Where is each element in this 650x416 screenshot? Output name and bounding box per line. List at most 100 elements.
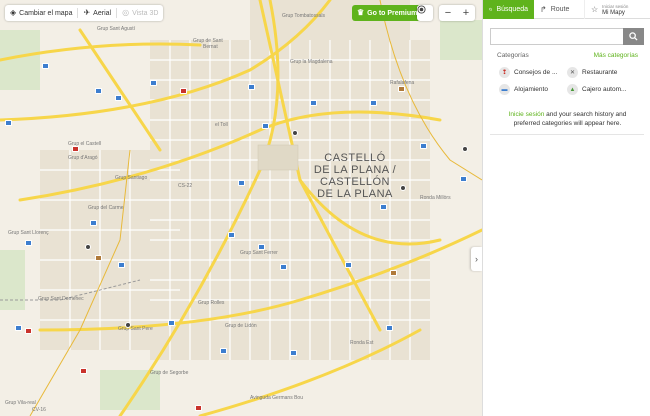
map-label: Grup Vila-real bbox=[5, 400, 36, 406]
poi-marker[interactable] bbox=[25, 328, 32, 334]
poi-marker[interactable] bbox=[80, 368, 87, 374]
map-label: Grup Santiago bbox=[115, 175, 148, 181]
category-label: Alojamiento bbox=[514, 86, 548, 93]
poi-marker[interactable] bbox=[262, 123, 269, 129]
change-map-label: Cambiar el mapa bbox=[19, 9, 73, 17]
category-restaurant[interactable]: ✕ Restaurante bbox=[567, 67, 617, 78]
chevron-right-icon: › bbox=[475, 254, 478, 264]
map-label: Grup de Segorbe bbox=[150, 370, 189, 376]
poi-marker[interactable] bbox=[380, 204, 387, 210]
zoom-out-button[interactable]: − bbox=[439, 5, 457, 21]
bed-icon: ▬ bbox=[499, 84, 510, 95]
more-categories-link[interactable]: Más categorías bbox=[594, 52, 638, 59]
poi-marker[interactable] bbox=[390, 270, 397, 276]
poi-marker[interactable] bbox=[90, 220, 97, 226]
category-lodging[interactable]: ▬ Alojamiento bbox=[499, 84, 548, 95]
poi-marker[interactable] bbox=[400, 185, 406, 191]
globe-icon: ◎ bbox=[122, 8, 130, 17]
sidebar: Búsqueda ↱ Route ☆ Iniciar sesión Mi Map… bbox=[482, 0, 650, 416]
poi-marker[interactable] bbox=[280, 264, 287, 270]
poi-marker[interactable] bbox=[15, 325, 22, 331]
map-type-controls: ◈ Cambiar el mapa ✈ Aerial ◎ Vista 3D bbox=[5, 5, 164, 21]
poi-marker[interactable] bbox=[228, 232, 235, 238]
search-button[interactable] bbox=[623, 28, 644, 45]
poi-marker[interactable] bbox=[460, 176, 467, 182]
collapse-sidebar-button[interactable]: › bbox=[471, 247, 482, 271]
poi-marker[interactable] bbox=[462, 146, 468, 152]
zoom-in-button[interactable]: + bbox=[457, 5, 475, 21]
login-message: Inicie sesión and your search history an… bbox=[497, 110, 638, 128]
poi-marker[interactable] bbox=[220, 348, 227, 354]
map-label: Grup Sant Pere bbox=[118, 326, 153, 332]
map-label: Grup Rolles bbox=[198, 300, 225, 306]
poi-marker[interactable] bbox=[292, 130, 298, 136]
category-atm[interactable]: ▲ Cajero autom... bbox=[567, 84, 626, 95]
poi-marker[interactable] bbox=[180, 88, 187, 94]
third-map-button[interactable]: ◎ Vista 3D bbox=[117, 5, 163, 21]
login-link[interactable]: Inicie sesión bbox=[509, 111, 545, 118]
premium-label: Go to Premium bbox=[367, 9, 418, 17]
poi-marker[interactable] bbox=[168, 320, 175, 326]
poi-marker[interactable] bbox=[42, 63, 49, 69]
map-label: Grup Sant Ferrer bbox=[240, 250, 278, 256]
tab-search-label: Búsqueda bbox=[496, 6, 528, 13]
poi-marker[interactable] bbox=[25, 240, 32, 246]
category-tips[interactable]: ❢ Consejos de ... bbox=[499, 67, 557, 78]
map-label: CV-16 bbox=[32, 407, 46, 413]
map-view[interactable]: Grup Tombatossals Grup de Sant Bernat Gr… bbox=[0, 0, 482, 416]
poi-marker[interactable] bbox=[370, 100, 377, 106]
poi-marker[interactable] bbox=[398, 86, 405, 92]
map-label: Grup del Carme bbox=[88, 205, 124, 211]
tab-route[interactable]: ↱ Route bbox=[534, 0, 584, 19]
map-label: Grup de Lidón bbox=[225, 323, 257, 329]
category-label: Restaurante bbox=[582, 69, 618, 76]
search-input[interactable] bbox=[490, 28, 623, 45]
change-map-button[interactable]: ◈ Cambiar el mapa bbox=[5, 5, 77, 21]
map-label: Grup Sant Llorenç bbox=[8, 230, 49, 236]
category-label: Consejos de ... bbox=[514, 69, 558, 76]
route-icon: ↱ bbox=[540, 4, 547, 14]
map-label: Ronda Millòrs bbox=[420, 195, 451, 201]
poi-marker[interactable] bbox=[345, 262, 352, 268]
poi-marker[interactable] bbox=[5, 120, 12, 126]
airplane-icon: ✈ bbox=[83, 8, 91, 17]
map-label: Grup Sant Domenec bbox=[38, 296, 84, 302]
poi-marker[interactable] bbox=[95, 88, 102, 94]
poi-marker[interactable] bbox=[420, 143, 427, 149]
poi-marker[interactable] bbox=[115, 95, 122, 101]
atm-icon: ▲ bbox=[567, 84, 578, 95]
go-premium-button[interactable]: ♛ Go to Premium bbox=[352, 5, 423, 21]
search-icon bbox=[629, 32, 638, 41]
poi-marker[interactable] bbox=[258, 244, 265, 250]
search-bar bbox=[490, 28, 644, 45]
map-label: Bernat bbox=[203, 44, 218, 50]
tab-my-mapy[interactable]: ☆ Iniciar sesión Mi Mapy bbox=[584, 0, 650, 19]
poi-marker[interactable] bbox=[118, 262, 125, 268]
poi-marker[interactable] bbox=[238, 180, 245, 186]
poi-marker[interactable] bbox=[95, 255, 102, 261]
locate-me-button[interactable] bbox=[417, 5, 433, 21]
poi-marker[interactable] bbox=[195, 405, 202, 411]
third-map-label: Vista 3D bbox=[132, 9, 159, 17]
layers-icon: ◈ bbox=[10, 8, 17, 17]
city-label: CASTELLÓ DE LA PLANA / CASTELLÓN DE LA P… bbox=[313, 152, 397, 200]
map-label: Ronda Est bbox=[350, 340, 374, 346]
tab-search[interactable]: Búsqueda bbox=[483, 0, 534, 19]
poi-marker[interactable] bbox=[248, 84, 255, 90]
star-icon: ☆ bbox=[591, 4, 599, 14]
poi-marker[interactable] bbox=[310, 100, 317, 106]
poi-marker[interactable] bbox=[85, 244, 91, 250]
poi-marker[interactable] bbox=[386, 325, 393, 331]
aerial-button[interactable]: ✈ Aerial bbox=[78, 5, 116, 21]
poi-marker[interactable] bbox=[290, 350, 297, 356]
categories-title: Categorías bbox=[497, 52, 529, 59]
category-label: Cajero autom... bbox=[582, 86, 627, 93]
target-icon bbox=[417, 5, 426, 14]
map-canvas bbox=[0, 0, 482, 416]
poi-marker[interactable] bbox=[72, 146, 79, 152]
poi-marker[interactable] bbox=[125, 322, 131, 328]
sidebar-tabs: Búsqueda ↱ Route ☆ Iniciar sesión Mi Map… bbox=[483, 0, 650, 19]
aerial-label: Aerial bbox=[93, 9, 112, 17]
crown-icon: ♛ bbox=[357, 8, 365, 17]
poi-marker[interactable] bbox=[150, 80, 157, 86]
